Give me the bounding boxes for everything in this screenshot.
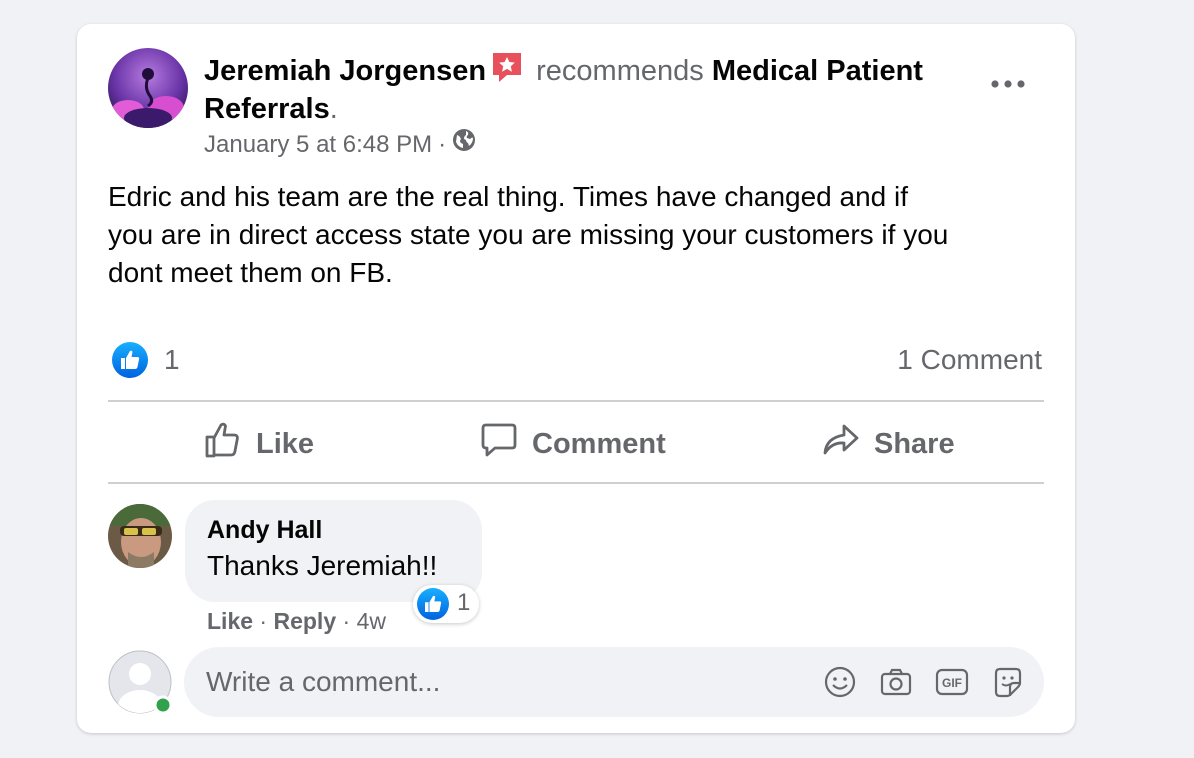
comment-reply-link[interactable]: Reply [273, 608, 336, 634]
post-meta: January 5 at 6:48 PM · [204, 128, 476, 162]
reaction-summary: 1 1 Comment [108, 338, 1044, 382]
comment-age[interactable]: 4w [357, 608, 386, 634]
comment-actions-sep: · [259, 608, 268, 634]
globe-icon[interactable] [452, 128, 476, 162]
comment-like-link[interactable]: Like [207, 608, 253, 634]
comment-actions-sep: · [342, 608, 351, 634]
comment-count-link[interactable]: 1 Comment [897, 344, 1042, 376]
share-label: Share [874, 427, 955, 460]
post-body-line: Edric and his team are the real thing. T… [108, 181, 909, 212]
sticker-icon[interactable] [991, 665, 1025, 699]
emoji-icon[interactable] [823, 665, 857, 699]
like-label: Like [256, 427, 315, 460]
recommends-verb: recommends [536, 55, 704, 87]
comment-actions: Like · Reply · 4w [207, 606, 386, 636]
author-avatar[interactable] [108, 48, 188, 128]
action-bar: Like Comment Share [108, 403, 1044, 483]
reaction-count[interactable]: 1 [164, 344, 180, 376]
current-user-avatar[interactable] [108, 650, 173, 715]
like-button[interactable]: Like [204, 421, 314, 467]
comment-icon [480, 421, 518, 467]
post-body: Edric and his team are the real thing. T… [108, 178, 1058, 292]
post-body-line: dont meet them on FB. [108, 257, 393, 288]
gif-icon[interactable]: GIF [935, 665, 969, 699]
write-comment-input[interactable] [206, 663, 766, 701]
comment-reaction-count: 1 [457, 589, 471, 616]
thumbs-up-icon [204, 421, 242, 467]
svg-text:GIF: GIF [942, 676, 962, 690]
divider [108, 400, 1044, 402]
comment-reaction-badge[interactable]: 1 [413, 585, 479, 623]
commenter-name[interactable]: Andy Hall [207, 516, 322, 545]
share-button[interactable]: Share [822, 421, 955, 467]
header-period: . [329, 93, 338, 125]
comment-text: Thanks Jeremiah!! [207, 550, 438, 581]
post-header: Jeremiah Jorgensen recommends Medical Pa… [204, 50, 974, 128]
page-name-line2[interactable]: Referrals [204, 93, 330, 125]
more-options-icon[interactable] [988, 70, 1028, 98]
share-arrow-icon [822, 421, 860, 467]
like-reaction-icon[interactable] [112, 342, 148, 378]
like-reaction-icon [417, 588, 449, 620]
post-body-line: you are in direct access state you are m… [108, 219, 949, 250]
author-name[interactable]: Jeremiah Jorgensen [204, 55, 486, 87]
meta-separator: · [438, 131, 447, 158]
post-timestamp[interactable]: January 5 at 6:48 PM [204, 128, 432, 162]
comment-composer: GIF [184, 647, 1044, 717]
camera-icon[interactable] [879, 665, 913, 699]
comment-button[interactable]: Comment [480, 421, 666, 467]
divider [108, 482, 1044, 484]
recommendation-icon [490, 50, 524, 84]
comment-label: Comment [532, 427, 666, 460]
commenter-avatar[interactable] [108, 504, 172, 568]
page-name-line1[interactable]: Medical Patient [712, 55, 923, 87]
